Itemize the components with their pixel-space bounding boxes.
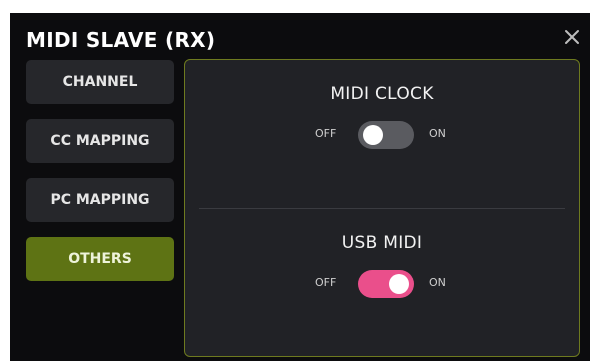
sidebar-item-label: OTHERS <box>68 251 132 267</box>
midi-clock-section: MIDI CLOCK OFF ON <box>185 60 579 208</box>
toggle-knob <box>363 125 383 145</box>
midi-clock-on-label: ON <box>429 127 446 140</box>
sidebar-item-pc-mapping[interactable]: PC MAPPING <box>26 178 174 222</box>
sidebar-item-cc-mapping[interactable]: CC MAPPING <box>26 119 174 163</box>
close-icon <box>565 30 579 44</box>
dialog-title: MIDI SLAVE (RX) <box>26 28 216 52</box>
sidebar-item-label: PC MAPPING <box>50 192 150 208</box>
sidebar-item-label: CC MAPPING <box>50 133 150 149</box>
usb-midi-off-label: OFF <box>315 276 337 289</box>
sidebar-item-channel[interactable]: CHANNEL <box>26 60 174 104</box>
usb-midi-toggle[interactable] <box>358 270 414 298</box>
settings-panel: MIDI CLOCK OFF ON USB MIDI OFF ON <box>184 59 580 357</box>
usb-midi-section: USB MIDI OFF ON <box>185 209 579 357</box>
close-button[interactable] <box>562 27 582 47</box>
midi-clock-off-label: OFF <box>315 127 337 140</box>
midi-slave-dialog: MIDI SLAVE (RX) CHANNEL CC MAPPING PC MA… <box>10 13 590 361</box>
usb-midi-on-label: ON <box>429 276 446 289</box>
toggle-knob <box>389 274 409 294</box>
usb-midi-title: USB MIDI <box>341 233 423 253</box>
midi-clock-toggle[interactable] <box>358 121 414 149</box>
midi-clock-title: MIDI CLOCK <box>330 84 434 104</box>
midi-clock-toggle-row: OFF ON <box>185 120 579 150</box>
usb-midi-toggle-row: OFF ON <box>185 269 579 299</box>
sidebar-item-label: CHANNEL <box>62 74 138 90</box>
sidebar-item-others[interactable]: OTHERS <box>26 237 174 281</box>
